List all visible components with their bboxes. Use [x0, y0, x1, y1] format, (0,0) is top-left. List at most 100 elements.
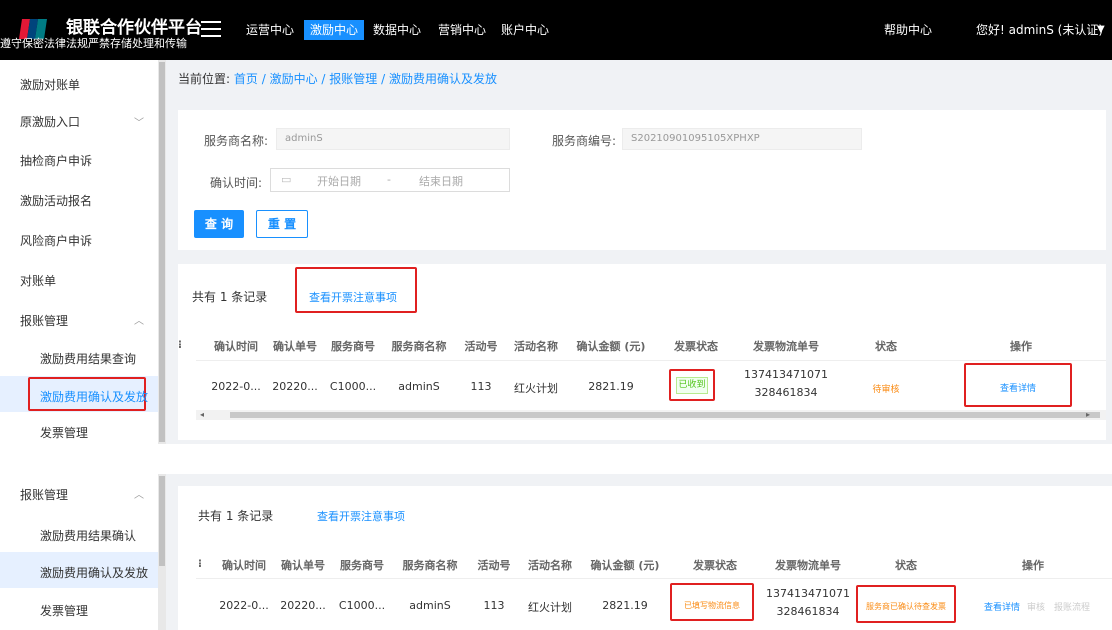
cell-confirm-no: 20220... — [280, 599, 326, 612]
sidebar-subitem-result-confirm[interactable]: 激励费用结果确认 — [40, 527, 136, 544]
cell-logistics-line1: 137413471071 — [766, 587, 850, 600]
nav-account[interactable]: 账户中心 — [495, 20, 555, 40]
col-activity-no: 活动号 — [464, 340, 498, 353]
sidebar-2: 报账管理 ︿ 激励费用结果确认 激励费用确认及发放 发票管理 — [0, 474, 158, 630]
breadcrumb-incentive[interactable]: 激励中心 — [270, 72, 318, 86]
cell-provider-no: C1000... — [338, 599, 386, 612]
col-status: 状态 — [875, 340, 897, 353]
review-link[interactable]: 审核 — [1027, 600, 1045, 613]
sidebar-subitem-result-query[interactable]: 激励费用结果查询 — [40, 350, 136, 367]
scroll-right-icon[interactable]: ▸ — [1086, 410, 1090, 419]
col-activity-name: 活动名称 — [514, 340, 558, 353]
col-confirm-no: 确认单号 — [281, 559, 325, 572]
top-navigation-bar: 银联合作伙伴平台 遵守保密法律法规严禁存储处理和传输 运营中心 激励中心 数据中… — [0, 0, 1112, 60]
col-status: 状态 — [895, 559, 917, 572]
record-count: 共有 1 条记录 — [192, 290, 268, 304]
cell-logistics-line2: 328461834 — [754, 386, 818, 399]
col-invoice-status: 发票状态 — [693, 559, 737, 572]
cell-provider-name: adminS — [409, 599, 451, 612]
start-date-input[interactable]: 开始日期 — [317, 173, 361, 189]
cell-provider-no: C1000... — [329, 380, 377, 393]
breadcrumb-prefix: 当前位置: — [178, 72, 231, 86]
cell-confirm-time: 2022-0... — [219, 599, 269, 612]
cell-provider-name: adminS — [398, 380, 440, 393]
chevron-down-icon: ﹀ — [134, 118, 144, 129]
search-card: 服务商名称: adminS 服务商编号: S20210901095105XPHX… — [178, 110, 1106, 250]
col-logistics-no: 发票物流单号 — [775, 559, 841, 572]
cell-amount: 2821.19 — [588, 380, 634, 393]
col-invoice-status: 发票状态 — [674, 340, 718, 353]
status-badge: 服务商已确认待查发票 — [866, 602, 946, 611]
confirm-date-range[interactable]: ▭ 开始日期 - 结束日期 — [270, 168, 510, 192]
record-count: 共有 1 条记录 — [198, 509, 274, 523]
sidebar-scroll-thumb[interactable] — [159, 476, 165, 566]
end-date-input[interactable]: 结束日期 — [419, 173, 463, 189]
platform-subtitle: 遵守保密法律法规严禁存储处理和传输 — [0, 37, 187, 50]
col-confirm-time: 确认时间 — [214, 340, 258, 353]
status-badge: 待审核 — [872, 385, 900, 395]
sidebar: 激励对账单 原激励入口 ﹀ 抽检商户申诉 激励活动报名 风险商户申诉 对账单 报… — [0, 60, 158, 444]
result-card-2: 共有 1 条记录 查看开票注意事项 ⁝ 确认时间 确认单号 服务商号 服务商名称… — [178, 486, 1112, 630]
reimbursement-flow-link[interactable]: 报账流程 — [1054, 600, 1090, 613]
col-confirm-no: 确认单号 — [273, 340, 317, 353]
cell-confirm-no: 20220... — [272, 380, 318, 393]
hamburger-menu-icon[interactable] — [201, 21, 221, 37]
sidebar-item-spot-check-appeal[interactable]: 抽检商户申诉 — [20, 152, 92, 169]
calendar-icon: ▭ — [281, 173, 292, 186]
nav-operations[interactable]: 运营中心 — [240, 20, 300, 40]
col-actions: 操作 — [1010, 340, 1032, 353]
nav-data[interactable]: 数据中心 — [367, 20, 427, 40]
user-menu[interactable]: 您好! adminS (未认证) — [970, 20, 1109, 40]
confirm-time-label: 确认时间: — [209, 176, 262, 190]
invoice-notice-link[interactable]: 查看开票注意事项 — [309, 289, 397, 305]
col-amount: 确认金额 (元) — [590, 559, 660, 572]
col-provider-no: 服务商号 — [331, 340, 375, 353]
col-amount: 确认金额 (元) — [576, 340, 646, 353]
query-button[interactable]: 查 询 — [194, 210, 244, 238]
cell-activity-name: 红火计划 — [528, 601, 572, 614]
col-activity-no: 活动号 — [477, 559, 511, 572]
provider-no-input[interactable]: S20210901095105XPHXP — [622, 128, 862, 150]
sidebar-item-risk-appeal[interactable]: 风险商户申诉 — [20, 232, 92, 249]
view-details-link[interactable]: 查看详情 — [984, 600, 1020, 613]
reset-button[interactable]: 重 置 — [256, 210, 308, 238]
nav-incentive[interactable]: 激励中心 — [304, 20, 365, 40]
help-center-link[interactable]: 帮助中心 — [878, 20, 938, 40]
sidebar-item-original-incentive[interactable]: 原激励入口 — [20, 113, 80, 130]
sidebar-subitem-confirm-issue[interactable]: 激励费用确认及发放 — [40, 388, 148, 405]
chevron-up-icon: ︿ — [134, 490, 144, 501]
sidebar-scroll-thumb[interactable] — [159, 62, 165, 442]
col-logistics-no: 发票物流单号 — [753, 340, 819, 353]
sidebar-subitem-confirm-issue[interactable]: 激励费用确认及发放 — [40, 564, 148, 581]
sidebar-item-reimbursement[interactable]: 报账管理 — [20, 312, 68, 329]
sidebar-subitem-invoice[interactable]: 发票管理 — [40, 424, 88, 441]
col-confirm-time: 确认时间 — [222, 559, 266, 572]
sidebar-item-activity-signup[interactable]: 激励活动报名 — [20, 192, 92, 209]
caret-down-icon[interactable]: ▼ — [1097, 24, 1105, 35]
sidebar-item-incentive-statement[interactable]: 激励对账单 — [20, 76, 80, 93]
breadcrumb-reimbursement[interactable]: 报账管理 — [329, 72, 377, 86]
invoice-status-badge: 已收到 — [676, 377, 708, 394]
scroll-left-icon[interactable]: ◂ — [200, 410, 204, 419]
sidebar-subitem-invoice[interactable]: 发票管理 — [40, 602, 88, 619]
provider-no-label: 服务商编号: — [551, 134, 616, 148]
col-provider-name: 服务商名称 — [391, 340, 447, 353]
column-resize-handle: ⁝ — [177, 338, 183, 351]
sidebar-item-statement[interactable]: 对账单 — [20, 272, 56, 289]
breadcrumb-current[interactable]: 激励费用确认及发放 — [389, 72, 497, 86]
range-separator: - — [387, 173, 391, 186]
invoice-notice-link[interactable]: 查看开票注意事项 — [317, 508, 405, 524]
view-details-link[interactable]: 查看详情 — [964, 381, 1072, 394]
breadcrumb: 当前位置: 首页 / 激励中心 / 报账管理 / 激励费用确认及发放 — [178, 72, 497, 86]
cell-activity-no: 113 — [470, 380, 492, 393]
sidebar-item-reimbursement[interactable]: 报账管理 — [20, 486, 68, 503]
provider-name-label: 服务商名称: — [203, 134, 268, 148]
provider-name-input[interactable]: adminS — [276, 128, 510, 150]
breadcrumb-home[interactable]: 首页 — [234, 72, 258, 86]
chevron-up-icon: ︿ — [134, 316, 144, 327]
column-resize-handle: ⁝ — [197, 557, 203, 570]
nav-marketing[interactable]: 营销中心 — [432, 20, 492, 40]
horizontal-scroll-thumb[interactable] — [230, 412, 1100, 418]
cell-logistics-line1: 137413471071 — [744, 368, 828, 381]
cell-logistics-line2: 328461834 — [776, 605, 840, 618]
